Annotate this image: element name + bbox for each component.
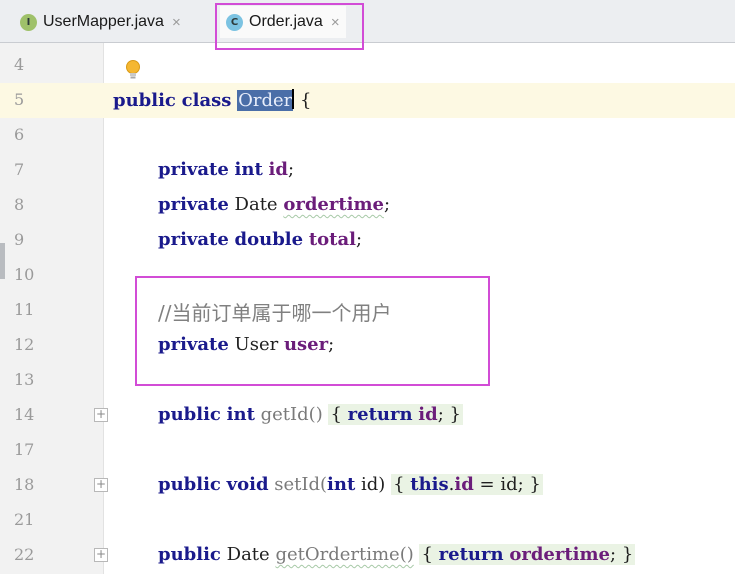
selected-class-name[interactable]: Order	[237, 90, 294, 111]
close-icon[interactable]: ×	[331, 14, 340, 31]
line-number: 11	[14, 300, 35, 319]
line-number: 13	[14, 370, 35, 389]
line-number: 10	[14, 265, 35, 284]
code-comment[interactable]: //当前订单属于哪一个用户	[158, 297, 391, 326]
class-file-icon: C	[226, 13, 243, 31]
expand-fold-icon[interactable]: +	[94, 478, 108, 492]
line-number: 12	[14, 335, 35, 354]
expand-fold-icon[interactable]: +	[94, 408, 108, 422]
line-number: 21	[14, 510, 35, 529]
interface-file-icon: I	[20, 13, 37, 31]
code-line: 17	[0, 433, 735, 468]
code-line: 6	[0, 118, 735, 153]
code-line[interactable]: 18 + public void setId(int id) { this.id …	[0, 468, 735, 503]
line-number: 6	[14, 125, 25, 144]
code-text[interactable]: private int id;	[158, 159, 294, 180]
line-number: 5	[14, 90, 25, 109]
line-number: 14	[14, 405, 35, 424]
code-line[interactable]: 14 + public int getId() { return id; }	[0, 398, 735, 433]
text-cursor	[292, 89, 295, 109]
expand-fold-icon[interactable]: +	[94, 548, 108, 562]
code-text[interactable]: private User user;	[158, 334, 334, 355]
code-text[interactable]: private Date ordertime;	[158, 194, 390, 215]
tab-order[interactable]: C Order.java ×	[220, 6, 346, 38]
code-line: 10	[0, 258, 735, 293]
code-text[interactable]: public class Order {	[113, 89, 311, 111]
code-line-current[interactable]: 5 public class Order {	[0, 83, 735, 118]
tab-label: Order.java	[249, 13, 323, 30]
code-line[interactable]: 11 //当前订单属于哪一个用户	[0, 293, 735, 328]
line-number: 7	[14, 160, 25, 179]
code-line: 21	[0, 503, 735, 538]
line-number: 22	[14, 545, 35, 564]
code-text[interactable]: private double total;	[158, 229, 362, 250]
code-line[interactable]: 12 private User user;	[0, 328, 735, 363]
line-number: 9	[14, 230, 25, 249]
code-text[interactable]: public Date getOrdertime() { return orde…	[158, 544, 636, 565]
line-number: 18	[14, 475, 35, 494]
code-line[interactable]: 22 + public Date getOrdertime() { return …	[0, 538, 735, 573]
code-text[interactable]: public void setId(int id) { this.id = id…	[158, 474, 543, 495]
line-number: 17	[14, 440, 35, 459]
tab-usermapper[interactable]: I UserMapper.java ×	[14, 6, 187, 38]
editor-tab-bar: I UserMapper.java × C Order.java ×	[0, 0, 735, 43]
line-number: 4	[14, 55, 25, 74]
tab-label: UserMapper.java	[43, 13, 164, 30]
code-line[interactable]: 8 private Date ordertime;	[0, 188, 735, 223]
code-text[interactable]: public int getId() { return id; }	[158, 404, 463, 425]
code-line: 4	[0, 48, 735, 83]
close-icon[interactable]: ×	[172, 14, 181, 31]
line-number: 8	[14, 195, 25, 214]
code-line[interactable]: 9 private double total;	[0, 223, 735, 258]
code-line[interactable]: 7 private int id;	[0, 153, 735, 188]
code-line: 13	[0, 363, 735, 398]
